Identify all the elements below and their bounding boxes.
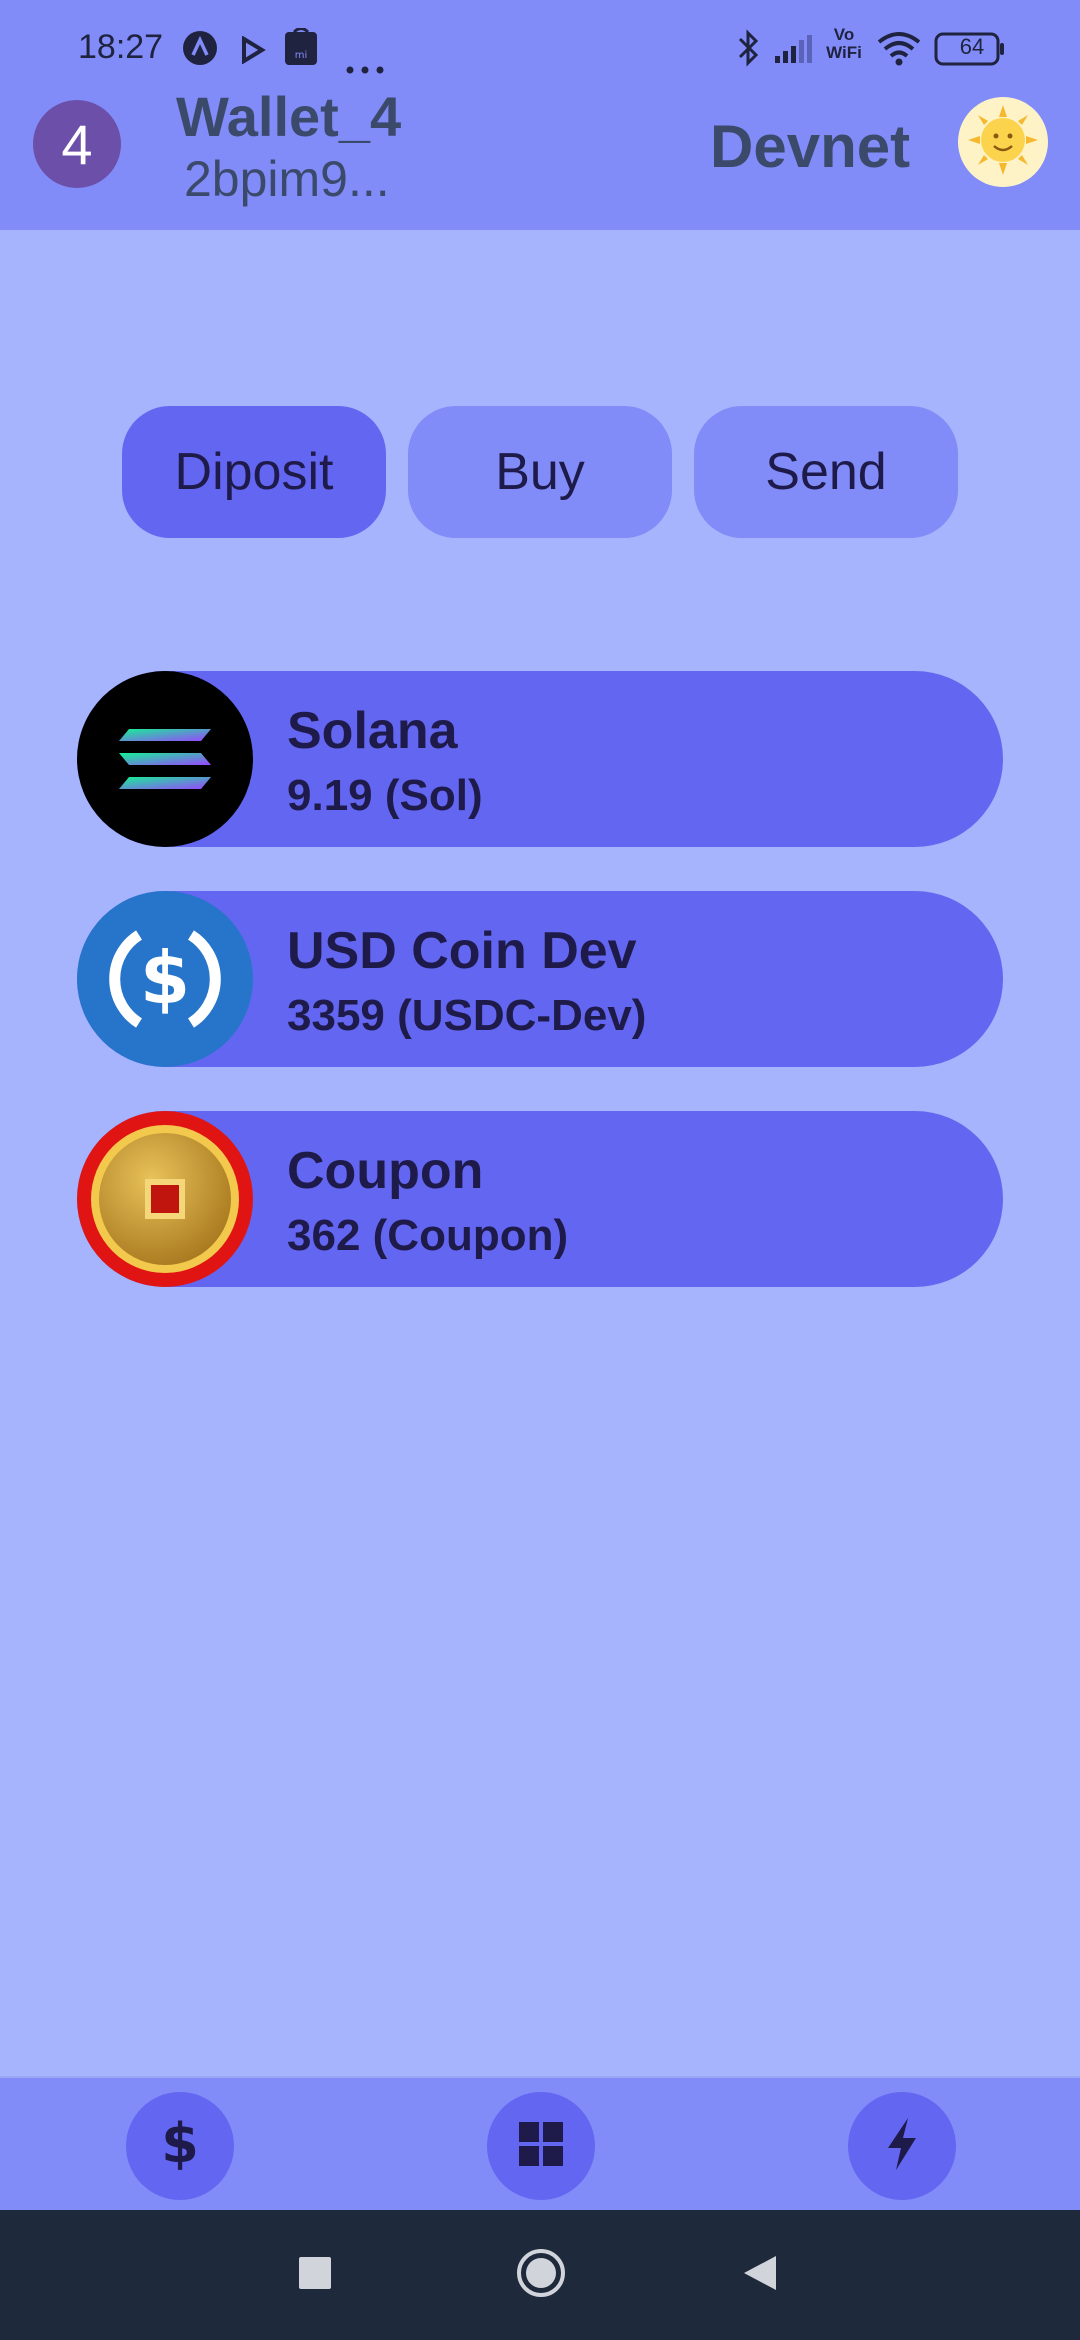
token-name: USD Coin Dev (287, 922, 637, 980)
status-bar: 18:27 mi Vo WiFi 64 (0, 0, 1080, 95)
wallet-name[interactable]: Wallet_4 (176, 84, 401, 149)
mi-store-icon: mi (284, 27, 318, 75)
battery-level: 64 (959, 34, 985, 59)
back-button[interactable] (725, 2210, 795, 2340)
token-row-coupon[interactable]: Coupon 362 (Coupon) (77, 1111, 1003, 1287)
triangle-back-icon (742, 2254, 778, 2297)
tab-apps[interactable] (487, 2092, 595, 2200)
home-button[interactable] (506, 2210, 576, 2340)
usdc-icon: $ (77, 891, 253, 1067)
wallet-avatar[interactable]: 4 (33, 100, 121, 188)
recents-button[interactable] (280, 2210, 350, 2340)
sun-face-icon (964, 101, 1042, 184)
svg-text:mi: mi (295, 50, 308, 61)
notification-a-icon (182, 30, 218, 75)
system-nav-bar (0, 2210, 1080, 2340)
tab-wallet[interactable]: $ (126, 2092, 234, 2200)
app-header: 18:27 mi Vo WiFi 64 4 Wallet_4 2bpim9...… (0, 0, 1080, 230)
more-dots-icon (346, 44, 384, 83)
wifi-icon (876, 30, 922, 75)
token-name: Coupon (287, 1142, 484, 1200)
token-balance: 362 (Coupon) (287, 1211, 569, 1260)
coupon-coin-icon (77, 1111, 253, 1287)
circle-icon (515, 2247, 567, 2304)
token-balance: 9.19 (Sol) (287, 771, 483, 820)
svg-text:$: $ (140, 936, 190, 1020)
svg-text:$: $ (161, 2114, 199, 2174)
vowifi-icon: Vo WiFi (826, 25, 862, 62)
lightning-icon (884, 2116, 920, 2177)
square-icon (299, 2256, 331, 2294)
token-row-solana[interactable]: Solana 9.19 (Sol) (77, 671, 1003, 847)
signal-icon (774, 34, 814, 73)
wallet-address[interactable]: 2bpim9... (184, 150, 390, 208)
bluetooth-icon (736, 28, 760, 77)
solana-icon (77, 671, 253, 847)
play-icon (240, 34, 266, 73)
token-name: Solana (287, 702, 458, 760)
theme-toggle-button[interactable] (958, 97, 1048, 187)
grid-icon (517, 2120, 565, 2173)
buy-button[interactable]: Buy (408, 406, 672, 538)
dollar-icon: $ (158, 2112, 202, 2179)
token-row-usdc[interactable]: $ USD Coin Dev 3359 (USDC-Dev) (77, 891, 1003, 1067)
deposit-button[interactable]: Diposit (122, 406, 386, 538)
bottom-tab-bar: $ (0, 2076, 1080, 2210)
status-time: 18:27 (78, 28, 164, 66)
tab-activity[interactable] (848, 2092, 956, 2200)
network-selector[interactable]: Devnet (710, 112, 910, 181)
send-button[interactable]: Send (694, 406, 958, 538)
token-balance: 3359 (USDC-Dev) (287, 991, 647, 1040)
